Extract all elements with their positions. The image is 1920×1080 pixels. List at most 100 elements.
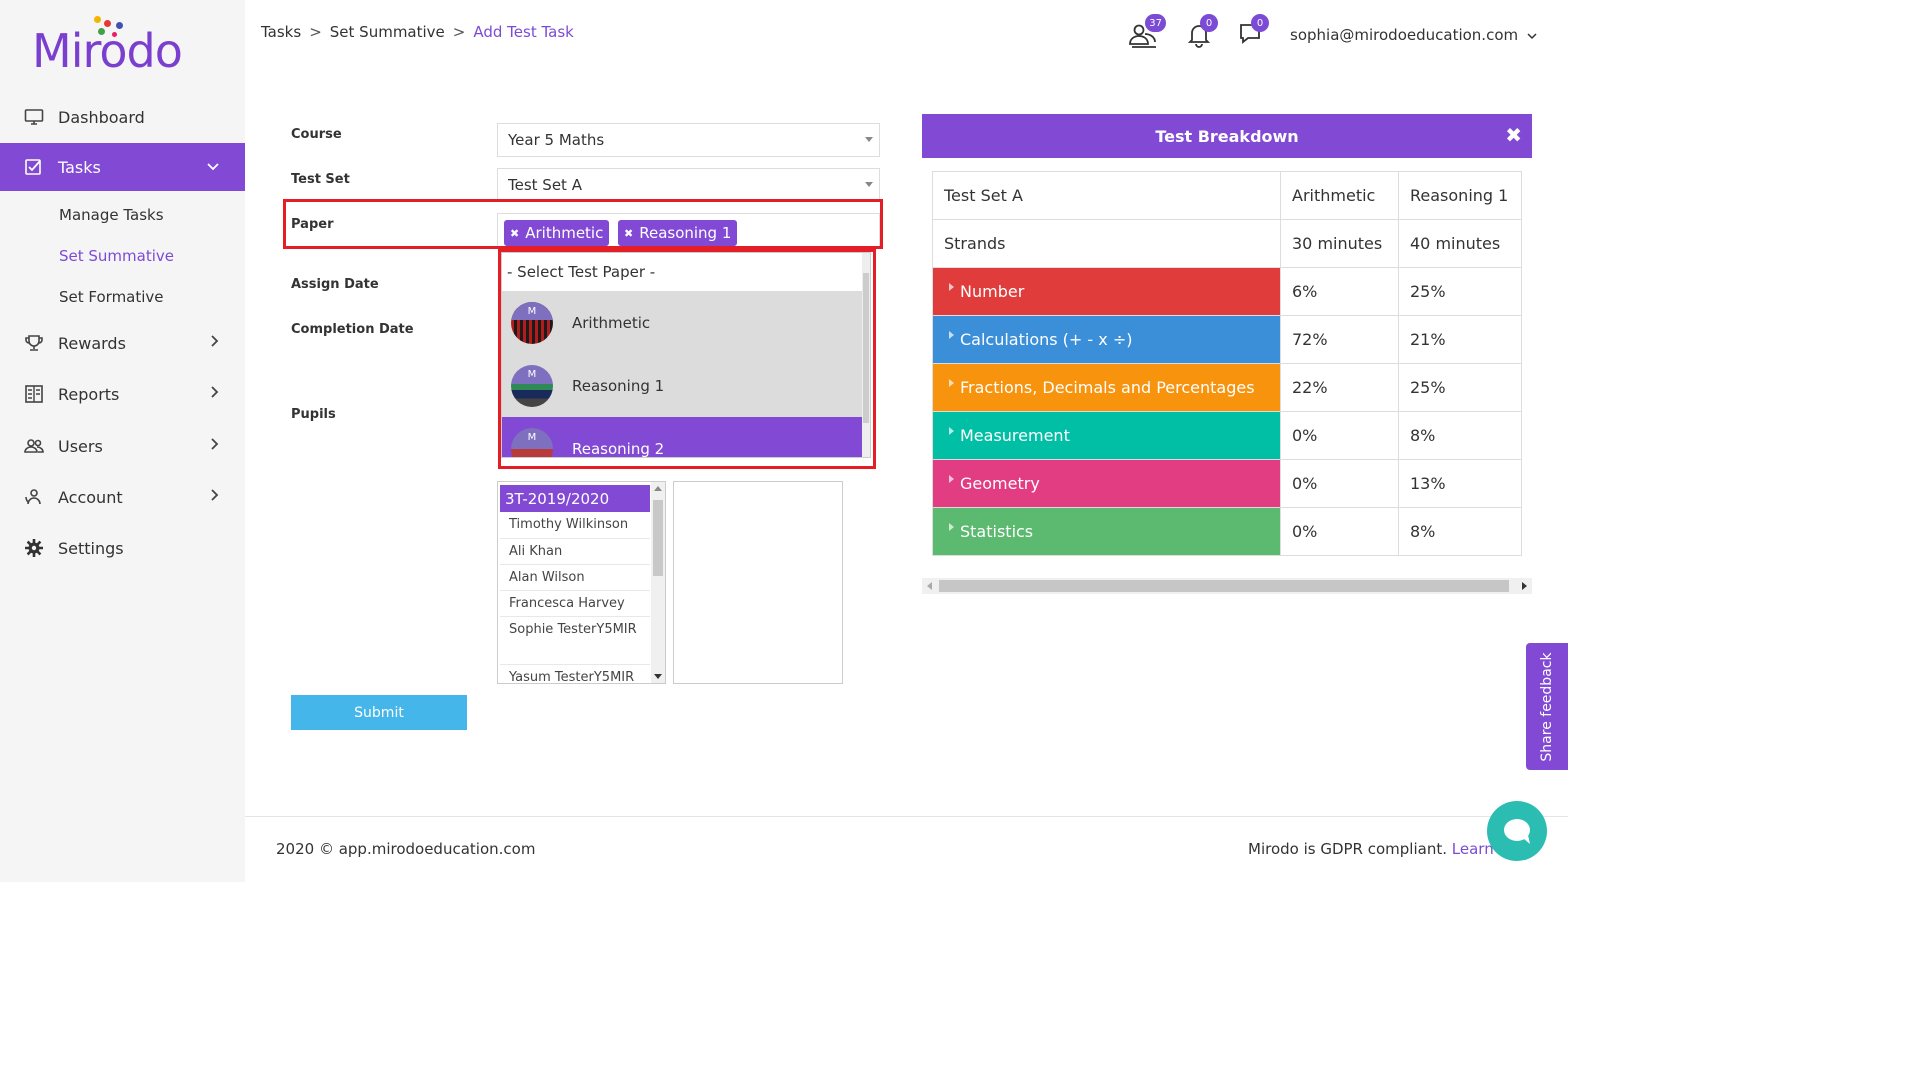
users-notification-button[interactable]: 37	[1128, 14, 1166, 50]
pupils-scrollbar[interactable]	[651, 482, 665, 683]
scroll-down-icon[interactable]	[654, 674, 662, 679]
sidebar: Mirodo Dashboard Tasks Manage Tasks Set …	[0, 0, 245, 882]
divider	[500, 664, 650, 665]
selected-pupils-list[interactable]	[673, 481, 843, 684]
table-cell: 13%	[1398, 459, 1522, 508]
breadcrumb-set-summative[interactable]: Set Summative	[330, 23, 445, 41]
strand-cell[interactable]: Calculations (+ - x ÷)	[932, 315, 1281, 364]
user-menu[interactable]: sophia@mirodoeducation.com	[1290, 26, 1537, 44]
expand-triangle-icon	[949, 379, 954, 387]
table-cell: 8%	[1398, 411, 1522, 460]
submit-button[interactable]: Submit	[291, 695, 467, 730]
footer-copyright: 2020 © app.mirodoeducation.com	[276, 840, 536, 858]
sidebar-item-label: Rewards	[58, 333, 126, 353]
divider	[500, 564, 650, 565]
feedback-label: Share feedback	[1539, 651, 1555, 762]
sidebar-item-settings[interactable]: Settings	[0, 524, 245, 572]
table-cell: 25%	[1398, 363, 1522, 412]
breakdown-horizontal-scrollbar[interactable]	[922, 578, 1532, 594]
gear-icon	[24, 538, 44, 558]
chevron-down-icon	[207, 159, 219, 175]
divider	[500, 590, 650, 591]
strand-cell[interactable]: Measurement	[932, 411, 1281, 460]
footer-gdpr: Mirodo is GDPR compliant. Learn	[1248, 840, 1494, 858]
close-icon[interactable]: ✖	[1505, 123, 1522, 147]
chevron-right-icon	[211, 335, 219, 351]
sidebar-item-users[interactable]: Users	[0, 422, 245, 470]
pupil-item[interactable]: Timothy Wilkinson	[509, 514, 628, 535]
table-row: Fractions, Decimals and Percentages 22% …	[932, 363, 1522, 412]
strand-cell[interactable]: Geometry	[932, 459, 1281, 508]
pupil-item[interactable]: Francesca Harvey	[509, 593, 625, 614]
table-row: Strands 30 minutes 40 minutes	[932, 219, 1522, 268]
highlight-annotation-dropdown	[498, 249, 876, 469]
scroll-right-icon[interactable]	[1522, 582, 1527, 590]
sidebar-item-label: Reports	[58, 384, 120, 404]
pupil-item[interactable]: Sophie TesterY5MIR	[509, 619, 639, 640]
pupil-item[interactable]: Alan Wilson	[509, 567, 585, 588]
logo-text: Mirodo	[32, 24, 183, 78]
expand-triangle-icon	[949, 283, 954, 291]
trophy-icon	[24, 333, 44, 353]
sidebar-item-dashboard[interactable]: Dashboard	[0, 93, 245, 141]
course-value: Year 5 Maths	[508, 131, 605, 149]
table-row: Test Set A Arithmetic Reasoning 1	[932, 171, 1522, 220]
notifications-button[interactable]: 0	[1187, 14, 1218, 50]
notifications-badge: 0	[1200, 14, 1218, 32]
chat-launcher-button[interactable]	[1487, 801, 1547, 861]
highlight-annotation-paper	[283, 199, 883, 249]
table-row: Measurement 0% 8%	[932, 411, 1522, 460]
course-select[interactable]: Year 5 Maths	[497, 123, 880, 157]
table-cell: Reasoning 1	[1398, 171, 1522, 220]
sidebar-item-label: Dashboard	[58, 107, 145, 127]
sub-item-set-formative[interactable]: Set Formative	[59, 288, 164, 306]
expand-triangle-icon	[949, 331, 954, 339]
sub-item-set-summative[interactable]: Set Summative	[59, 247, 174, 265]
test-set-label: Test Set	[291, 172, 350, 187]
breadcrumb: Tasks > Set Summative > Add Test Task	[261, 23, 574, 41]
mirodo-logo[interactable]: Mirodo	[32, 14, 192, 78]
strand-cell[interactable]: Fractions, Decimals and Percentages	[932, 363, 1281, 412]
users-badge: 37	[1145, 14, 1166, 32]
tasks-icon	[24, 157, 44, 177]
expand-triangle-icon	[949, 427, 954, 435]
sidebar-item-rewards[interactable]: Rewards	[0, 319, 245, 367]
sub-item-manage-tasks[interactable]: Manage Tasks	[59, 206, 164, 224]
table-cell: 30 minutes	[1280, 219, 1399, 268]
strand-cell[interactable]: Statistics	[932, 507, 1281, 556]
sidebar-item-label: Tasks	[58, 157, 101, 177]
chat-bubble-icon	[1504, 819, 1530, 844]
pupils-label: Pupils	[291, 407, 336, 422]
table-cell: 6%	[1280, 267, 1399, 316]
strand-cell[interactable]: Number	[932, 267, 1281, 316]
course-label: Course	[291, 127, 342, 142]
sidebar-item-tasks[interactable]: Tasks	[0, 143, 245, 191]
messages-button[interactable]: 0	[1239, 14, 1269, 50]
table-cell: 8%	[1398, 507, 1522, 556]
breadcrumb-separator: >	[309, 23, 322, 41]
caret-down-icon	[865, 137, 873, 142]
table-cell: 72%	[1280, 315, 1399, 364]
pupil-item[interactable]: Yasum TesterY5MIR	[509, 667, 634, 683]
table-row: Number 6% 25%	[932, 267, 1522, 316]
scroll-left-icon[interactable]	[927, 582, 932, 590]
scrollbar-thumb[interactable]	[653, 500, 663, 576]
pupil-item[interactable]: Ali Khan	[509, 541, 562, 562]
share-feedback-button[interactable]: Share feedback	[1526, 643, 1568, 770]
test-set-select[interactable]: Test Set A	[497, 168, 880, 202]
breakdown-title: Test Breakdown	[1155, 126, 1299, 146]
sidebar-item-reports[interactable]: Reports	[0, 370, 245, 418]
monitor-icon	[24, 107, 44, 127]
users-icon	[24, 436, 44, 456]
breadcrumb-tasks[interactable]: Tasks	[261, 23, 301, 41]
table-row: Statistics 0% 8%	[932, 507, 1522, 556]
scroll-up-icon[interactable]	[654, 486, 662, 491]
pupils-group-header[interactable]: 3T-2019/2020	[500, 485, 650, 512]
sidebar-item-account[interactable]: Account	[0, 473, 245, 521]
pupils-list[interactable]: 3T-2019/2020 Timothy Wilkinson Ali Khan …	[497, 481, 666, 684]
scrollbar-thumb[interactable]	[939, 580, 1509, 592]
table-cell: 0%	[1280, 459, 1399, 508]
caret-down-icon	[865, 182, 873, 187]
divider	[500, 538, 650, 539]
table-cell: 25%	[1398, 267, 1522, 316]
